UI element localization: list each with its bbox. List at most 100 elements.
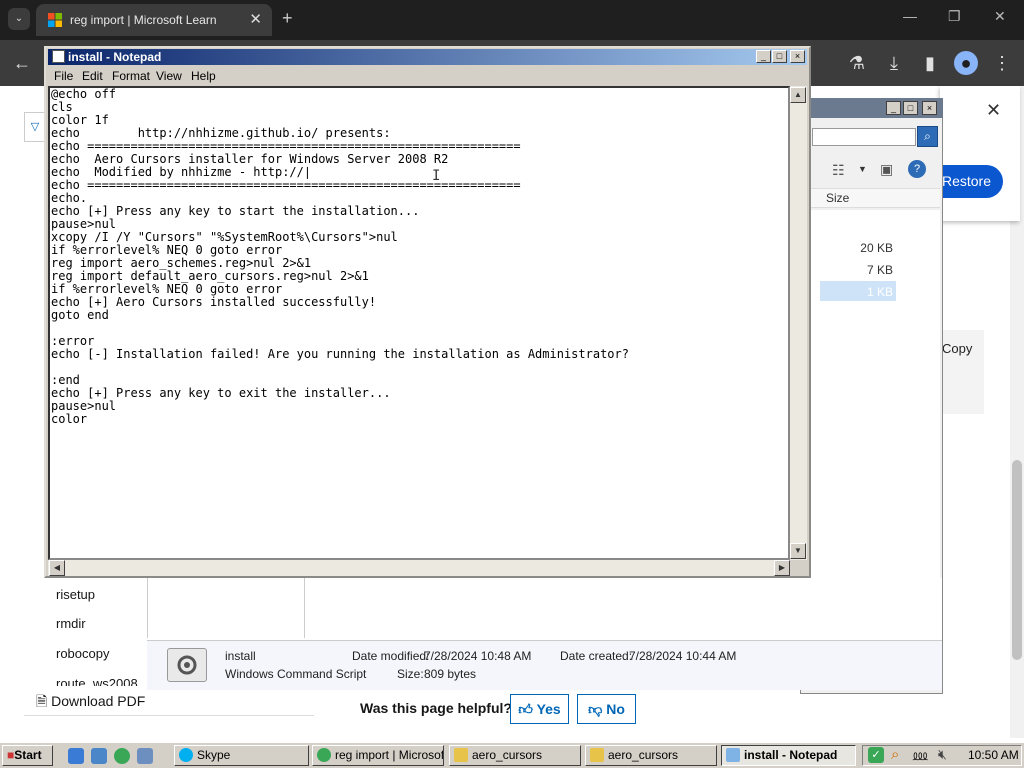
scroll-down-arrow-icon[interactable]: ▼: [790, 543, 806, 559]
file-type: Windows Command Script: [225, 667, 367, 681]
menu-icon[interactable]: ⋮: [990, 51, 1014, 75]
notepad-vertical-scrollbar[interactable]: [790, 86, 807, 560]
ie-icon[interactable]: [68, 748, 84, 764]
divider: [24, 715, 314, 716]
size-label: Size:: [397, 667, 424, 681]
window-maximize-button[interactable]: ❐: [948, 8, 961, 25]
date-modified-label: Date modified:: [352, 649, 430, 663]
copy-button[interactable]: Copy: [942, 341, 972, 356]
menu-edit[interactable]: Edit: [82, 69, 103, 83]
no-button[interactable]: 👎︎ No: [577, 694, 636, 724]
taskbar-item-folder[interactable]: aero_cursors: [449, 745, 581, 766]
folder-icon: [590, 748, 604, 762]
explorer-toolbar: ☷ ▼ ▣ ?: [810, 160, 940, 182]
menu-view[interactable]: View: [156, 69, 182, 83]
date-created-label: Date created:: [560, 649, 633, 663]
sidebar-link-route[interactable]: route_ws2008: [56, 676, 138, 686]
notepad-icon: [52, 50, 65, 63]
notepad-titlebar[interactable]: [48, 49, 807, 65]
chrome-icon[interactable]: [114, 748, 130, 764]
gear-icon: [177, 655, 197, 675]
chrome-icon: [317, 748, 331, 762]
tab-search-button[interactable]: ⌄: [8, 8, 30, 30]
download-pdf-label: Download PDF: [51, 693, 146, 709]
page-scrollbar-thumb[interactable]: [1012, 460, 1022, 660]
menu-format[interactable]: Format: [112, 69, 150, 83]
yes-button[interactable]: 👍︎ Yes: [510, 694, 569, 724]
thumbs-down-icon: 👎︎: [588, 701, 603, 717]
scroll-up-arrow-icon[interactable]: ▲: [790, 87, 806, 103]
scroll-left-arrow-icon[interactable]: ◀: [49, 560, 65, 576]
help-icon[interactable]: ?: [908, 160, 926, 178]
sidebar-link-rmdir[interactable]: rmdir: [56, 616, 86, 631]
taskbar-clock[interactable]: 10:50 AM: [968, 748, 1019, 762]
preview-pane-icon[interactable]: ▣: [880, 161, 893, 178]
sidebar-icon[interactable]: ▮: [918, 51, 942, 75]
date-modified-value: 7/28/2024 10:48 AM: [424, 649, 532, 663]
taskbar-item-label: Skype: [197, 748, 231, 762]
start-button[interactable]: ■Start: [2, 745, 53, 766]
tab-title: reg import | Microsoft Learn: [70, 13, 217, 27]
desktop-icon[interactable]: [91, 748, 107, 764]
notepad-minimize-button[interactable]: _: [756, 50, 771, 63]
tab-reg-import[interactable]: reg import | Microsoft Learn ✕: [36, 4, 272, 36]
security-check-icon[interactable]: ✓: [868, 747, 884, 763]
date-created-value: 7/28/2024 10:44 AM: [629, 649, 737, 663]
scroll-right-arrow-icon[interactable]: ▶: [774, 560, 790, 576]
explorer-content-pane: [305, 578, 942, 640]
notepad-icon: [726, 748, 740, 762]
window-minimize-button[interactable]: —: [903, 8, 917, 24]
notepad-horizontal-scrollbar[interactable]: [48, 560, 790, 576]
size-column-header[interactable]: Size: [826, 191, 849, 205]
resize-grip-icon[interactable]: [790, 560, 807, 576]
notepad-maximize-button[interactable]: □: [772, 50, 787, 63]
new-tab-button[interactable]: +: [282, 8, 293, 29]
language-icon[interactable]: ⅏: [913, 746, 927, 765]
profile-icon[interactable]: ●: [954, 51, 978, 75]
feedback-question: Was this page helpful?: [360, 700, 512, 716]
size-value: 809 bytes: [424, 667, 477, 681]
skype-icon: [179, 748, 193, 762]
search-icon[interactable]: ⌕: [891, 746, 899, 763]
chevron-down-icon[interactable]: ▼: [858, 164, 867, 174]
download-icon[interactable]: ⤓: [882, 51, 906, 75]
volume-muted-icon[interactable]: 🔇︎: [938, 746, 947, 763]
explorer-details-pane: [147, 640, 942, 690]
tab-close-icon[interactable]: ✕: [249, 10, 262, 28]
download-pdf-link[interactable]: 🗎 Download PDF: [36, 691, 145, 715]
menu-file[interactable]: File: [54, 69, 73, 83]
back-icon[interactable]: ←: [10, 51, 34, 75]
notepad-close-button[interactable]: ×: [790, 50, 805, 63]
file-size: 1 KB: [866, 285, 893, 299]
labs-icon[interactable]: ⚗: [845, 51, 869, 75]
thumbs-up-icon: 👍︎: [518, 701, 533, 717]
filter-icon[interactable]: ▽: [24, 112, 46, 142]
taskbar-item-browser[interactable]: reg import | Microsoft...: [312, 745, 444, 766]
folder-icon: [454, 748, 468, 762]
file-size: 7 KB: [866, 263, 893, 277]
pdf-icon: 🗎: [36, 693, 48, 709]
taskbar-item-folder[interactable]: aero_cursors: [585, 745, 717, 766]
taskbar-item-label: aero_cursors: [608, 748, 679, 762]
explorer-search-input[interactable]: [812, 128, 916, 146]
menu-help[interactable]: Help: [191, 69, 216, 83]
close-icon[interactable]: ✕: [986, 100, 1001, 121]
explorer-minimize-button[interactable]: _: [886, 101, 901, 115]
taskbar-item-label: aero_cursors: [472, 748, 543, 762]
taskbar-item-label: reg import | Microsoft...: [335, 748, 444, 762]
view-options-icon[interactable]: ☷: [832, 162, 845, 179]
script-file-icon: [167, 648, 207, 682]
taskbar-item-skype[interactable]: Skype: [174, 745, 309, 766]
taskbar-item-label: install - Notepad: [744, 748, 838, 762]
file-name: install: [225, 649, 256, 663]
explorer-icon[interactable]: [137, 748, 153, 764]
taskbar-item-notepad[interactable]: install - Notepad: [721, 745, 856, 766]
explorer-maximize-button[interactable]: □: [903, 101, 918, 115]
explorer-close-button[interactable]: ×: [922, 101, 937, 115]
window-close-button[interactable]: ✕: [994, 8, 1006, 25]
start-label: Start: [14, 748, 42, 762]
search-icon[interactable]: ⌕: [917, 126, 938, 147]
sidebar-link-robocopy[interactable]: robocopy: [56, 646, 109, 661]
sidebar-link-risetup[interactable]: risetup: [56, 587, 95, 602]
no-label: No: [606, 701, 625, 717]
